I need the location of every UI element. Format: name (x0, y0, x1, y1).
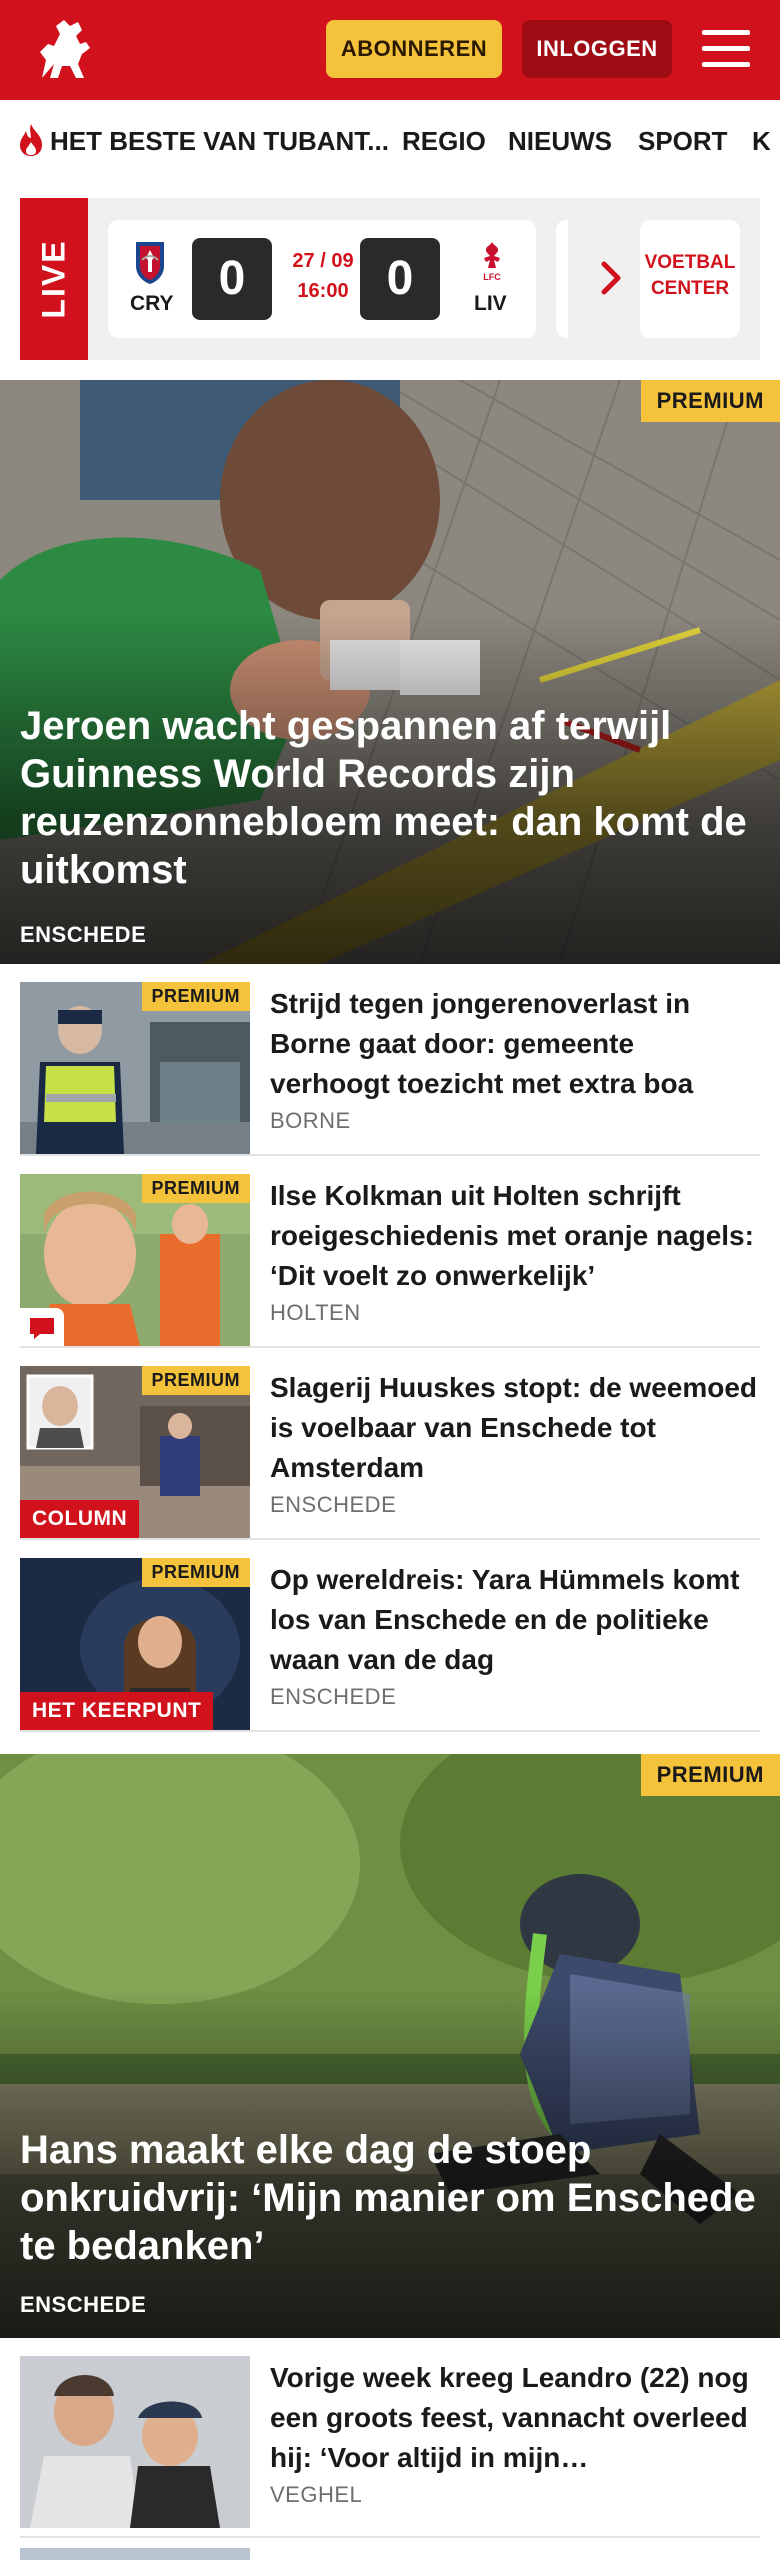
next-match-card-peek[interactable] (556, 220, 568, 338)
premium-badge: PREMIUM (141, 1558, 250, 1587)
article-headline[interactable]: Op wereldreis: Yara Hümmels komt los van… (270, 1560, 760, 1680)
nav-item-sport[interactable]: SPORT (638, 126, 728, 157)
away-team-abbr: LIV (474, 292, 507, 315)
list-item[interactable]: Vorige week kreeg Leandro (22) nog een g… (20, 2338, 760, 2538)
comment-badge (20, 1308, 64, 1346)
list-item[interactable]: PREMIUM HET KEERPUNT Op wereldreis: Yara… (20, 1540, 760, 1732)
premium-badge: PREMIUM (141, 1366, 250, 1395)
list-item[interactable]: PREMIUM COLUMN Slagerij Huuskes stopt: d… (20, 1348, 760, 1540)
article-location: HOLTEN (270, 1300, 361, 1325)
voetbal-center-link[interactable]: VOETBAL CENTER (640, 220, 740, 338)
away-score: 0 (360, 238, 440, 320)
article-headline[interactable]: Slagerij Huuskes stopt: de weemoed is vo… (270, 1368, 760, 1488)
premium-badge: PREMIUM (141, 982, 250, 1011)
tubantia-horse-logo[interactable] (20, 8, 104, 92)
subscribe-button[interactable]: ABONNEREN (326, 20, 502, 78)
article-headline[interactable]: Vorige week kreeg Leandro (22) nog een g… (270, 2358, 760, 2478)
chevron-right-icon[interactable] (596, 258, 626, 298)
nav-item-nieuws[interactable]: NIEUWS (508, 126, 612, 157)
svg-text:LFC: LFC (483, 272, 501, 282)
liverpool-crest-icon: LFC (483, 242, 501, 282)
flame-icon (20, 124, 42, 156)
article-headline[interactable]: Strijd tegen jongerenoverlast in Borne g… (270, 984, 760, 1104)
live-scores-bar: LIVE CRY 0 27 / 09 16:00 0 LFC LIV VOETB… (20, 198, 760, 360)
next-article-thumbnail-peek (20, 2548, 250, 2560)
nav-item-regio[interactable]: REGIO (402, 126, 486, 157)
match-card[interactable]: CRY 0 27 / 09 16:00 0 LFC LIV (108, 220, 536, 338)
article-thumbnail (20, 2356, 250, 2528)
hero-location: ENSCHEDE (20, 2292, 147, 2317)
article-headline[interactable]: Ilse Kolkman uit Holten schrijft roeiges… (270, 1176, 760, 1296)
article-location: ENSCHEDE (270, 1684, 397, 1709)
list-item[interactable]: PREMIUM Ilse Kolkman uit Holten schrijft… (20, 1156, 760, 1348)
match-datetime: 27 / 09 16:00 (292, 250, 354, 302)
section-nav: HET BESTE VAN TUBANT... REGIO NIEUWS SPO… (0, 100, 780, 184)
hero-headline[interactable]: Hans maakt elke dag de stoep onkruidvrij… (20, 2126, 760, 2270)
nav-item-more[interactable]: K (752, 126, 771, 157)
column-tag: COLUMN (20, 1500, 140, 1538)
hamburger-menu-icon[interactable] (698, 24, 754, 74)
list-item[interactable]: PREMIUM Strijd tegen jongerenoverlast in… (20, 964, 760, 1156)
premium-badge: PREMIUM (640, 1754, 780, 1796)
hero-article-1[interactable]: PREMIUM Jeroen wacht gespannen af terwij… (0, 380, 780, 964)
login-button[interactable]: INLOGGEN (522, 20, 672, 78)
premium-badge: PREMIUM (640, 380, 780, 422)
crystal-palace-crest-icon (136, 242, 164, 284)
article-thumbnail: PREMIUM COLUMN (20, 1366, 250, 1538)
article-location: ENSCHEDE (270, 1492, 397, 1517)
nav-item-best-of[interactable]: HET BESTE VAN TUBANT... (50, 126, 389, 157)
home-score: 0 (192, 238, 272, 320)
hero-headline[interactable]: Jeroen wacht gespannen af terwijl Guinne… (20, 702, 760, 894)
home-team-abbr: CRY (130, 292, 174, 315)
comment-icon (30, 1318, 54, 1339)
article-thumbnail: PREMIUM HET KEERPUNT (20, 1558, 250, 1730)
live-tag: LIVE (20, 198, 88, 360)
hero-location: ENSCHEDE (20, 922, 147, 947)
premium-badge: PREMIUM (141, 1174, 250, 1203)
het-keerpunt-tag: HET KEERPUNT (20, 1692, 214, 1730)
article-location: VEGHEL (270, 2482, 363, 2507)
article-location: BORNE (270, 1108, 351, 1133)
article-thumbnail: PREMIUM (20, 982, 250, 1154)
top-header: ABONNEREN INLOGGEN (0, 0, 780, 100)
hero-article-2[interactable]: PREMIUM Hans maakt elke dag de stoep onk… (0, 1754, 780, 2338)
article-thumbnail: PREMIUM (20, 1174, 250, 1346)
